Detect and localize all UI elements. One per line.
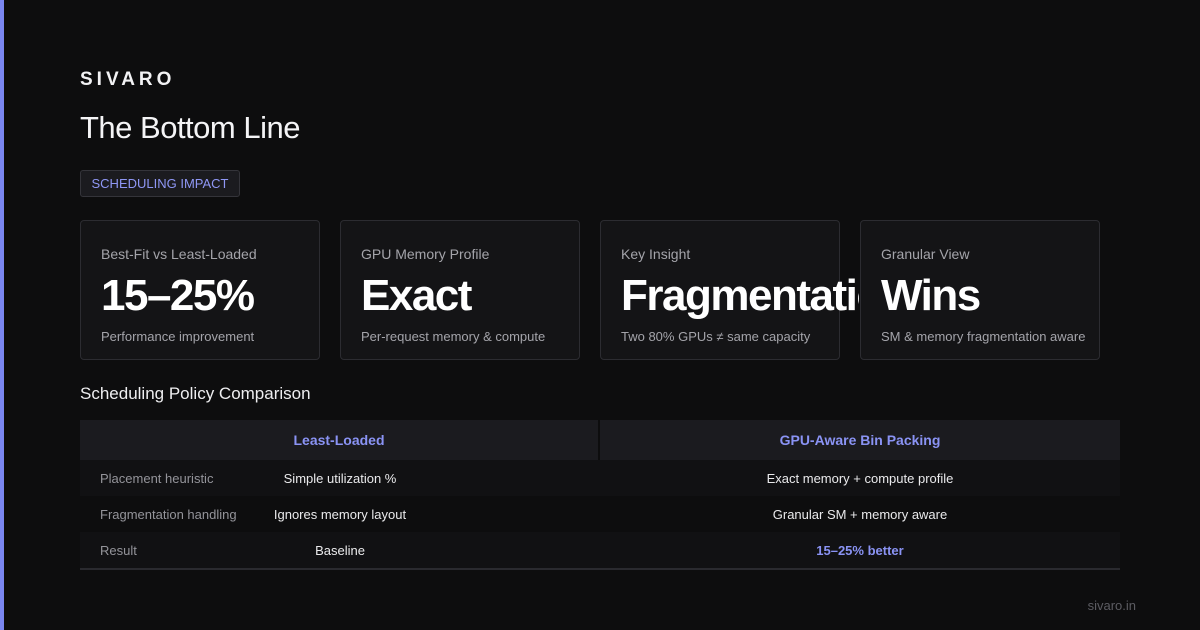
least-loaded-cell: Simple utilization %: [283, 470, 397, 486]
column-header-gpu-aware: GPU-Aware Bin Packing: [600, 420, 1120, 460]
stat-card-subtitle: Performance improvement: [101, 329, 255, 344]
gpu-aware-cell: 15–25% better: [816, 542, 904, 558]
row-label: Result: [100, 542, 137, 558]
footer-url: sivaro.in: [1087, 598, 1136, 613]
stat-card-gpu-memory: GPU Memory Profile Exact Per-request mem…: [340, 220, 580, 360]
table-row: Fragmentation handling Ignores memory la…: [80, 496, 1120, 532]
stat-card-value: 15–25%: [101, 271, 255, 320]
stat-card-label: Key Insight: [621, 246, 691, 262]
stat-card-key-insight: Key Insight Fragmentation Two 80% GPUs ≠…: [600, 220, 859, 360]
stat-card-best-fit: Best-Fit vs Least-Loaded 15–25% Performa…: [80, 220, 320, 360]
gpu-aware-cell: Granular SM + memory aware: [772, 506, 948, 522]
stat-card-granular-view: Granular View Wins SM & memory fragmenta…: [860, 220, 1100, 360]
comparison-table: Least-Loaded GPU-Aware Bin Packing Place…: [80, 420, 1120, 570]
accent-bar: [0, 0, 4, 630]
stat-card-label: Best-Fit vs Least-Loaded: [101, 246, 257, 262]
least-loaded-cell: Baseline: [315, 542, 365, 558]
stat-card-label: GPU Memory Profile: [361, 246, 490, 262]
section-badge: SCHEDULING IMPACT: [80, 170, 240, 197]
stat-card-subtitle: Per-request memory & compute: [361, 329, 546, 344]
least-loaded-cell: Ignores memory layout: [273, 506, 407, 522]
gpu-aware-cell: Exact memory + compute profile: [766, 470, 954, 486]
stat-card-value: Wins: [881, 271, 981, 320]
row-label: Fragmentation handling: [100, 506, 237, 522]
table-header: Least-Loaded GPU-Aware Bin Packing: [80, 420, 1120, 460]
table-row: Placement heuristic Simple utilization %…: [80, 460, 1120, 496]
column-header-least-loaded: Least-Loaded: [80, 420, 598, 460]
stat-card-subtitle: SM & memory fragmentation aware: [881, 329, 1086, 344]
stat-card-label: Granular View: [881, 246, 970, 262]
comparison-title: Scheduling Policy Comparison: [80, 384, 311, 403]
stat-card-subtitle: Two 80% GPUs ≠ same capacity: [621, 329, 811, 344]
stat-card-value: Exact: [361, 271, 472, 320]
row-label: Placement heuristic: [100, 470, 214, 486]
brand-logo: SIVARO: [80, 69, 176, 90]
page-title: The Bottom Line: [80, 110, 300, 145]
stat-card-value: Fragmentation: [621, 271, 859, 320]
table-row: Result Baseline 15–25% better: [80, 532, 1120, 570]
